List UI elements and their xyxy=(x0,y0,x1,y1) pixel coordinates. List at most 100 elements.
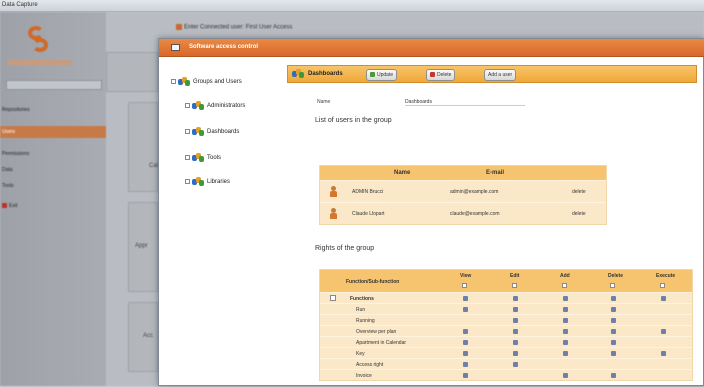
background-menu-item[interactable]: Tools xyxy=(0,180,106,192)
function-label: Overview per plan xyxy=(356,329,397,335)
select-all-edit-checkbox[interactable] xyxy=(512,283,517,288)
users-group-icon xyxy=(292,69,304,80)
permission-checkbox[interactable] xyxy=(661,351,666,356)
permission-checkbox[interactable] xyxy=(463,373,468,378)
background-tile-2[interactable]: Appr xyxy=(128,202,158,292)
rights-section-title: Rights of the group xyxy=(315,245,375,252)
background-tile-3[interactable]: Acc xyxy=(128,302,158,372)
delete-button[interactable]: Delete xyxy=(426,69,456,81)
rights-row: Running xyxy=(320,314,692,325)
background-menu-item[interactable]: Permissions xyxy=(0,148,106,160)
top-bar: Data Capture xyxy=(0,0,704,12)
background-menu-item[interactable]: Data xyxy=(0,164,106,176)
permission-checkbox[interactable] xyxy=(661,329,666,334)
function-label: Running xyxy=(356,318,375,324)
user-icon xyxy=(330,186,337,197)
function-label: Functions xyxy=(350,296,374,302)
tree-root[interactable]: Groups and Users xyxy=(171,77,242,89)
background-menu-item[interactable]: Repositories xyxy=(0,104,106,116)
rights-row: Access right xyxy=(320,358,692,369)
name-label: Name xyxy=(317,99,331,105)
permission-checkbox[interactable] xyxy=(661,296,666,301)
permission-checkbox[interactable] xyxy=(463,329,468,334)
rights-row: Run xyxy=(320,303,692,314)
permission-checkbox[interactable] xyxy=(563,307,568,312)
permission-checkbox[interactable] xyxy=(611,373,616,378)
users-group-icon xyxy=(192,177,204,186)
permission-checkbox[interactable] xyxy=(563,296,568,301)
delete-user-link[interactable]: delete xyxy=(572,189,586,195)
tree-item-administrators[interactable]: Administrators xyxy=(185,101,245,113)
expand-icon[interactable] xyxy=(185,103,190,108)
permission-checkbox[interactable] xyxy=(513,351,518,356)
update-button[interactable]: Update xyxy=(366,69,398,81)
background-header: Enter Connected user: First User Access xyxy=(176,24,292,31)
permission-checkbox[interactable] xyxy=(563,373,568,378)
users-table-header: Name E-mail xyxy=(320,166,606,180)
add-user-button[interactable]: Add a user xyxy=(484,69,517,81)
permission-checkbox[interactable] xyxy=(611,318,616,323)
logo-wordmark xyxy=(8,60,72,65)
users-table: Name E-mail ADMIN Brucci admin@example.co… xyxy=(319,165,607,225)
permission-checkbox[interactable] xyxy=(513,340,518,345)
name-field[interactable]: Dashboards xyxy=(405,99,525,106)
panel-toolbar: Dashboards Update Delete Add a user xyxy=(287,65,697,83)
exit-icon xyxy=(2,203,7,209)
permission-checkbox[interactable] xyxy=(611,340,616,345)
function-label: Key xyxy=(356,351,365,357)
select-all-view-checkbox[interactable] xyxy=(462,283,467,288)
table-row[interactable]: ADMIN Brucci admin@example.com delete xyxy=(320,180,606,202)
rights-table-header: Function/Sub-function View Edit Add Dele… xyxy=(320,270,692,292)
table-row[interactable]: Claude Llopart claude@example.com delete xyxy=(320,202,606,224)
background-sidebar: Repositories Users Permissions Data Tools Exi… xyxy=(0,12,106,386)
permission-checkbox[interactable] xyxy=(513,296,518,301)
select-all-add-checkbox[interactable] xyxy=(562,283,567,288)
permission-checkbox[interactable] xyxy=(513,307,518,312)
access-control-dialog: Software access control Groups and Users… xyxy=(158,38,704,386)
check-icon xyxy=(370,72,375,78)
select-all-execute-checkbox[interactable] xyxy=(660,283,665,288)
permission-checkbox[interactable] xyxy=(463,340,468,345)
permission-checkbox[interactable] xyxy=(563,318,568,323)
function-label: Invoice xyxy=(356,373,372,379)
users-group-icon xyxy=(192,153,204,162)
tree-item-tools[interactable]: Tools xyxy=(185,153,221,165)
background-search-input[interactable] xyxy=(6,80,102,90)
permission-checkbox[interactable] xyxy=(463,351,468,356)
permission-checkbox[interactable] xyxy=(611,307,616,312)
permission-checkbox[interactable] xyxy=(463,296,468,301)
permission-checkbox[interactable] xyxy=(513,329,518,334)
permission-checkbox[interactable] xyxy=(563,351,568,356)
background-menu-item[interactable]: Users xyxy=(0,126,106,138)
rights-row: Overview per plan xyxy=(320,325,692,336)
permission-checkbox[interactable] xyxy=(611,351,616,356)
permission-checkbox[interactable] xyxy=(463,362,468,367)
background-menu-item[interactable]: Exit xyxy=(0,200,106,212)
function-label: Run xyxy=(356,307,366,313)
permission-checkbox[interactable] xyxy=(563,329,568,334)
rights-row: Functions xyxy=(320,292,692,303)
user-email: admin@example.com xyxy=(450,189,499,195)
permission-checkbox[interactable] xyxy=(463,307,468,312)
permission-checkbox[interactable] xyxy=(513,318,518,323)
permission-checkbox[interactable] xyxy=(611,296,616,301)
permission-checkbox[interactable] xyxy=(513,362,518,367)
delete-user-link[interactable]: delete xyxy=(572,211,586,217)
tree-item-libraries[interactable]: Libraries xyxy=(185,177,230,189)
user-name: Claude Llopart xyxy=(352,211,385,217)
select-all-delete-checkbox[interactable] xyxy=(610,283,615,288)
collapse-icon[interactable] xyxy=(330,295,336,301)
permission-checkbox[interactable] xyxy=(563,340,568,345)
rights-row: Key xyxy=(320,347,692,358)
window-icon xyxy=(171,44,180,51)
background-tile-1[interactable]: Cal xyxy=(128,102,158,192)
expand-icon[interactable] xyxy=(185,179,190,184)
function-label: Apartment in Calendar xyxy=(356,340,407,346)
rights-row: Apartment in Calendar xyxy=(320,336,692,347)
expand-icon[interactable] xyxy=(185,129,190,134)
collapse-icon[interactable] xyxy=(171,79,176,84)
expand-icon[interactable] xyxy=(185,155,190,160)
dialog-title-bar: Software access control xyxy=(159,39,704,57)
tree-item-dashboards[interactable]: Dashboards xyxy=(185,127,239,139)
permission-checkbox[interactable] xyxy=(611,329,616,334)
